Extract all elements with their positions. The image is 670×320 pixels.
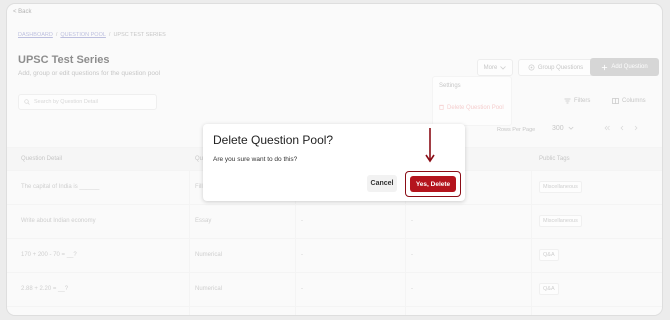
confirm-delete-button[interactable]: Yes, Delete (410, 176, 456, 192)
annotation-arrow-icon (425, 128, 435, 164)
dialog-title: Delete Question Pool? (213, 133, 334, 147)
cancel-button[interactable]: Cancel (367, 175, 397, 192)
dialog-message: Are you sure want to do this? (213, 156, 298, 163)
confirm-button-highlight: Yes, Delete (405, 171, 461, 197)
app-frame: < Back DASHBOARD / QUESTION POOL / UPSC … (6, 3, 663, 316)
